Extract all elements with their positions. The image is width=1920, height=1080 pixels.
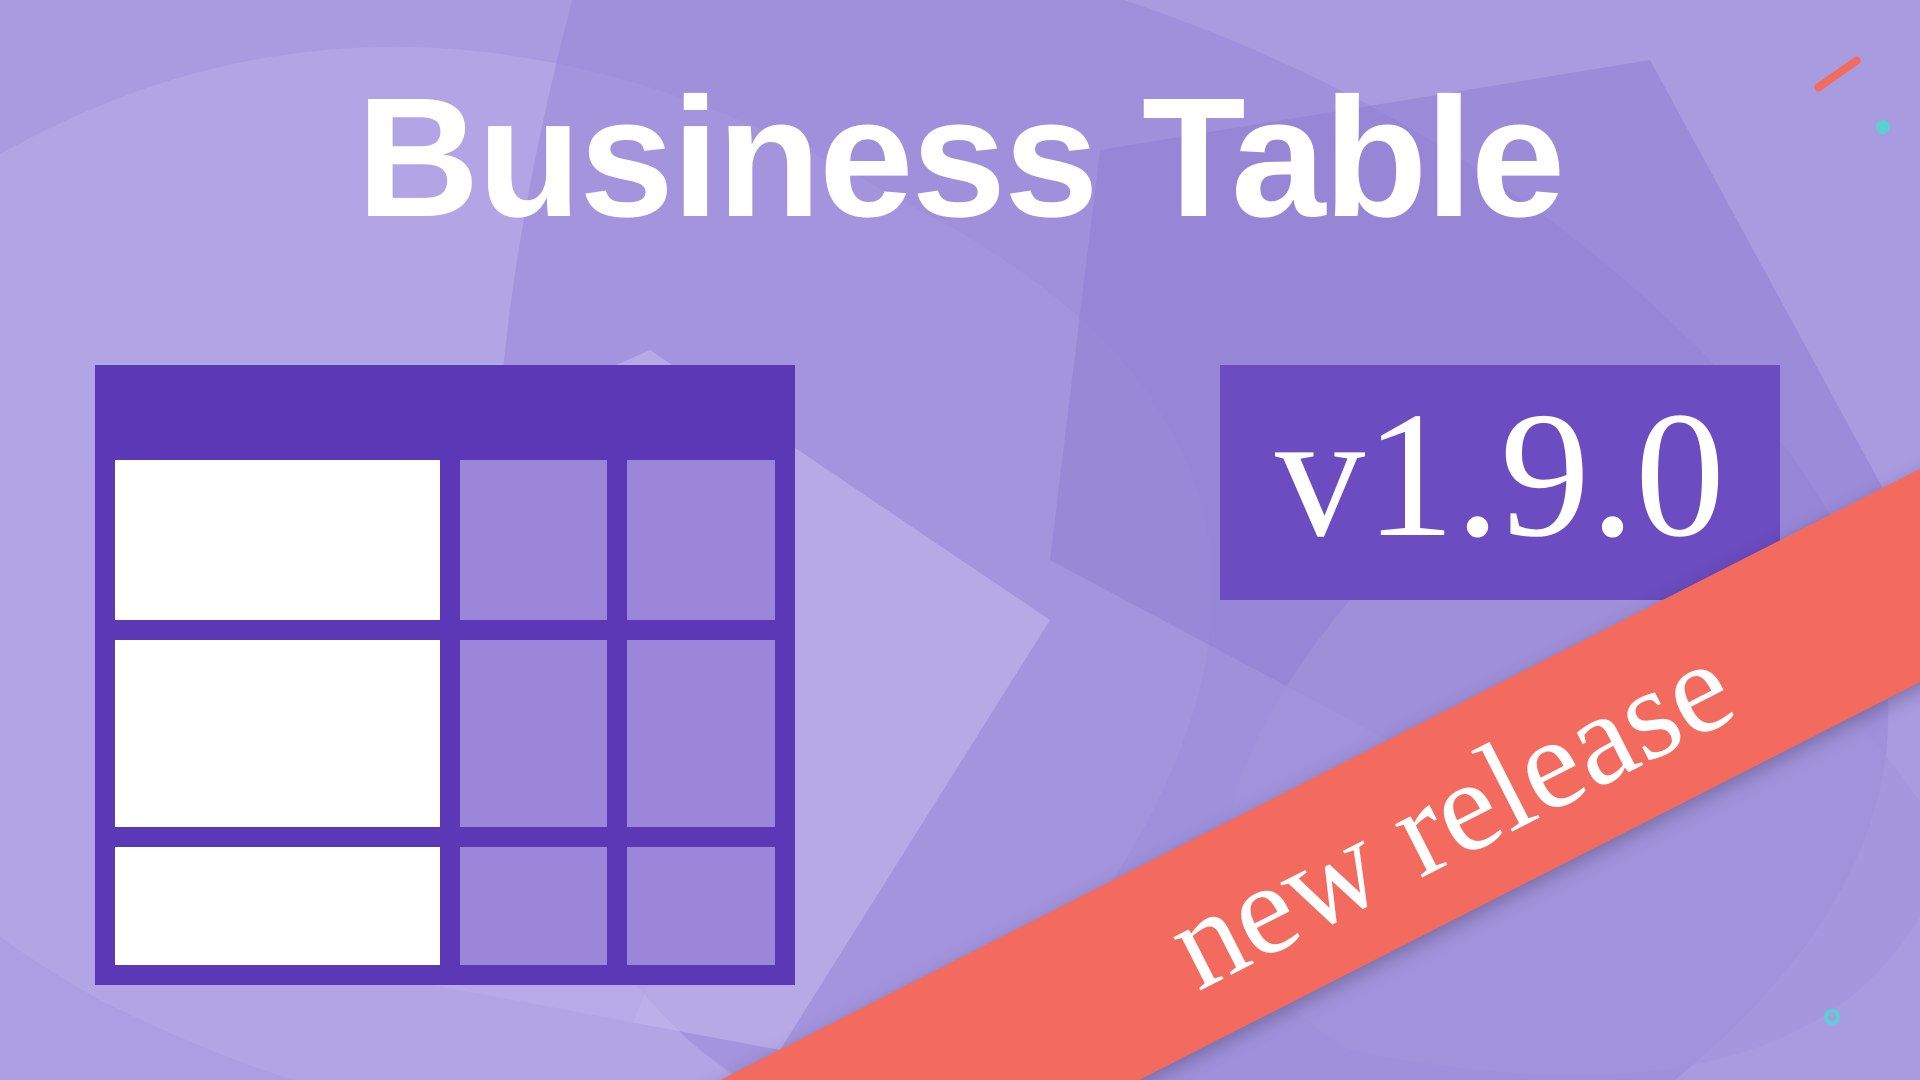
table-icon	[95, 365, 795, 985]
product-title: Business Table	[357, 60, 1564, 256]
decoration-dot	[1876, 120, 1890, 134]
version-text: v1.9.0	[1275, 375, 1725, 574]
version-badge: v1.9.0	[1220, 365, 1780, 600]
decoration-dot	[1824, 1009, 1840, 1025]
